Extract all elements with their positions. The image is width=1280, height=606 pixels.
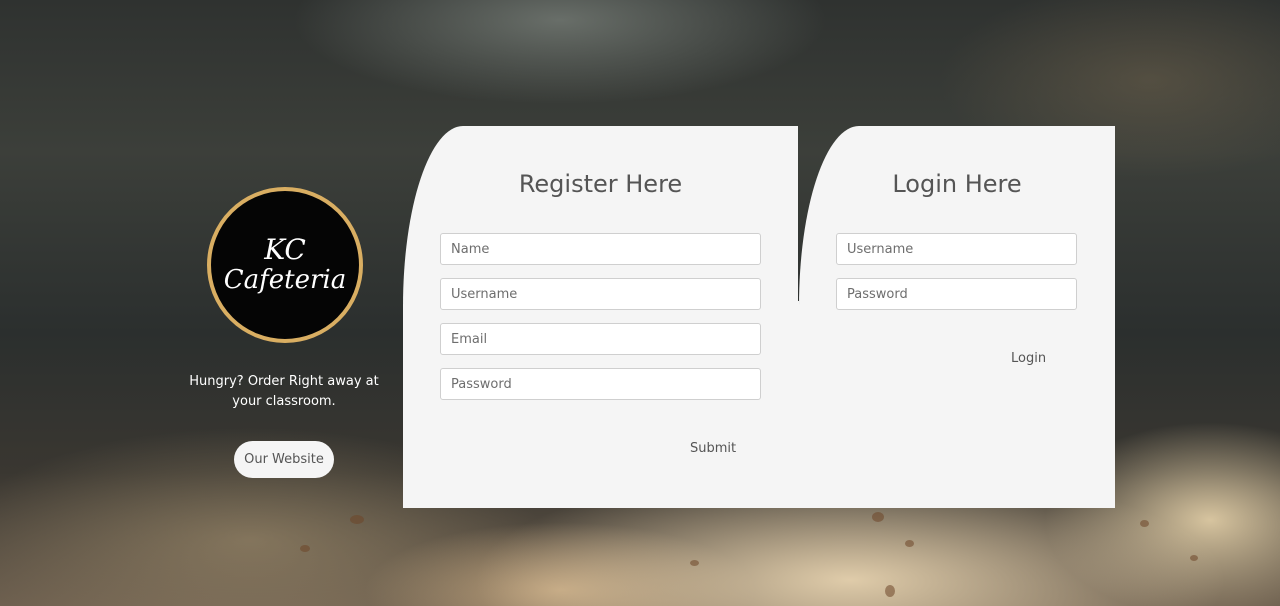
register-email-input[interactable]: [440, 323, 761, 355]
our-website-button[interactable]: Our Website: [234, 441, 334, 478]
login-title: Login Here: [892, 170, 1022, 198]
register-username-input[interactable]: [440, 278, 761, 310]
kc-cafeteria-logo: KC Cafeteria: [207, 187, 363, 343]
login-card: Login Here Login: [799, 126, 1115, 508]
register-title: Register Here: [518, 170, 683, 198]
login-username-input[interactable]: [836, 233, 1077, 265]
register-password-input[interactable]: [440, 368, 761, 400]
logo-text-kc: KC: [264, 233, 306, 266]
login-password-input[interactable]: [836, 278, 1077, 310]
register-name-input[interactable]: [440, 233, 761, 265]
logo-text-cafeteria: Cafeteria: [223, 265, 347, 295]
login-button[interactable]: Login: [1011, 351, 1046, 366]
register-card: Register Here Submit: [403, 126, 799, 508]
tagline: Hungry? Order Right away at your classro…: [189, 374, 379, 409]
register-submit-button[interactable]: Submit: [690, 441, 736, 456]
